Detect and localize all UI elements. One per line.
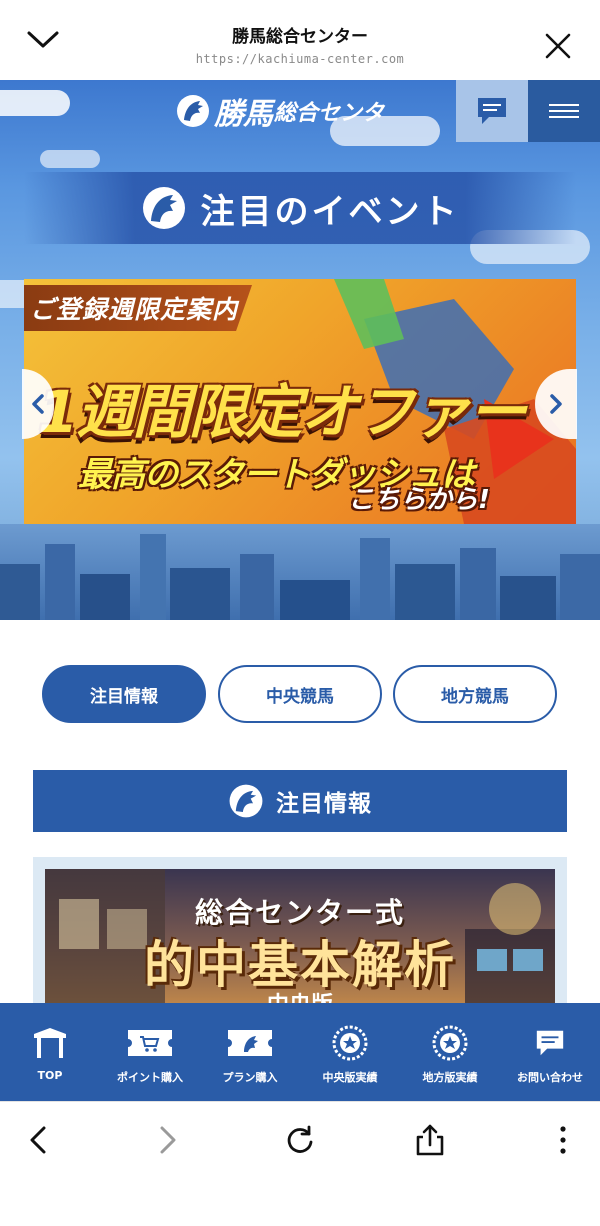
reload-button[interactable]	[280, 1120, 320, 1160]
horse-head-emblem-icon	[142, 187, 185, 229]
banner-subline-2: こちらから!	[348, 485, 490, 515]
forward-button[interactable]	[148, 1120, 188, 1160]
bottom-navigation: TOP ポイント購入 プラン購入 中央版実績 地方版実績 お問い合わせ	[0, 1003, 600, 1101]
site-logo[interactable]: 勝馬 総合センタ	[176, 94, 385, 132]
more-vertical-icon	[560, 1126, 566, 1154]
hamburger-menu-button[interactable]	[528, 80, 600, 142]
nav-point-purchase[interactable]: ポイント購入	[100, 1003, 200, 1101]
nav-contact[interactable]: お問い合わせ	[500, 1003, 600, 1101]
banner-tag: ご登録週限定案内	[24, 285, 253, 331]
tab-featured[interactable]: 注目情報	[42, 665, 206, 723]
medal-icon	[432, 1025, 468, 1061]
featured-info-heading: 注目情報	[33, 770, 567, 832]
reload-icon	[287, 1125, 313, 1153]
chat-icon	[478, 98, 506, 124]
nav-top[interactable]: TOP	[0, 1003, 100, 1101]
forward-arrow-icon	[160, 1126, 176, 1154]
close-icon[interactable]	[544, 32, 572, 60]
browser-toolbar	[0, 1101, 600, 1226]
share-icon	[416, 1124, 444, 1156]
browser-title: 勝馬総合センター	[232, 27, 368, 47]
nav-central-results[interactable]: 中央版実績	[300, 1003, 400, 1101]
logo-text-sub: 総合センタ	[274, 101, 385, 126]
featured-info-title: 注目情報	[276, 791, 372, 817]
back-button[interactable]	[18, 1120, 58, 1160]
more-options-button[interactable]	[543, 1120, 583, 1160]
share-button[interactable]	[410, 1120, 450, 1160]
event-banner[interactable]: ご登録週限定案内 1週間限定オファー 最高のスタートダッシュは こちらから!	[24, 279, 576, 524]
nav-local-results[interactable]: 地方版実績	[400, 1003, 500, 1101]
tab-local-racing[interactable]: 地方競馬	[393, 665, 557, 723]
horse-head-emblem-icon	[229, 784, 263, 818]
browser-header: 勝馬総合センター https://kachiuma-center.com	[0, 0, 600, 81]
city-skyline-backdrop	[0, 524, 600, 620]
ticket-horse-icon	[228, 1030, 272, 1056]
header-chat-button[interactable]	[456, 80, 528, 142]
medal-icon	[332, 1025, 368, 1061]
nav-contact-label: お問い合わせ	[517, 1071, 583, 1084]
chat-icon	[536, 1030, 564, 1056]
logo-text-main: 勝馬	[214, 97, 273, 132]
browser-url: https://kachiuma-center.com	[195, 52, 405, 66]
back-arrow-icon	[30, 1126, 46, 1154]
chevron-left-icon	[32, 394, 44, 414]
section-title-band: 注目のイベント	[24, 172, 576, 244]
hero-section: 勝馬 総合センタ 注目のイベント ご登録週限定案内 1週間限定オファー 最高のス…	[0, 80, 600, 620]
ticket-cart-icon	[128, 1030, 172, 1056]
menu-icon	[549, 100, 579, 122]
section-title: 注目のイベント	[200, 191, 460, 232]
site-header: 勝馬 総合センタ	[0, 80, 600, 142]
banner-headline: 1週間限定オファー	[38, 378, 526, 446]
nav-plan-purchase[interactable]: プラン購入	[200, 1003, 300, 1101]
gate-icon	[34, 1028, 66, 1058]
tab-central-racing[interactable]: 中央競馬	[218, 665, 382, 723]
category-tabs: 注目情報 中央競馬 地方競馬	[0, 665, 600, 725]
chevron-right-icon	[550, 394, 562, 414]
horse-head-logo-icon	[177, 95, 209, 127]
